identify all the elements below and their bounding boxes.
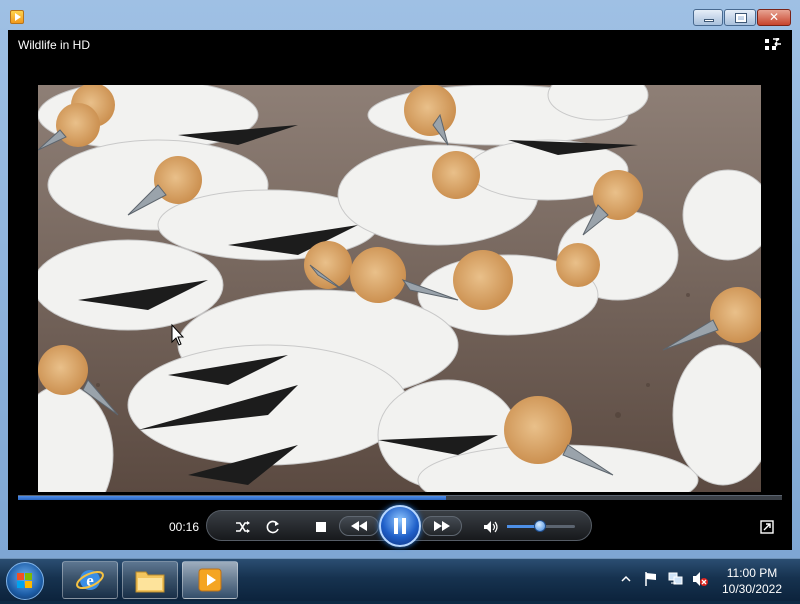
maximize-button[interactable] [724, 9, 756, 26]
volume-slider-thumb[interactable] [533, 520, 546, 532]
play-pause-button[interactable] [379, 505, 421, 547]
fullscreen-toggle-icon[interactable] [760, 520, 774, 534]
minimize-button[interactable] [693, 9, 723, 26]
video-frame[interactable] [38, 85, 761, 492]
switch-to-library-icon[interactable] [764, 38, 782, 54]
media-player-icon [198, 568, 222, 592]
previous-button[interactable] [339, 516, 379, 536]
system-clock[interactable]: 11:00 PM 10/30/2022 [712, 565, 792, 597]
taskbar-internet-explorer[interactable]: e [62, 561, 118, 599]
media-title: Wildlife in HD [18, 38, 91, 52]
network-icon[interactable] [668, 571, 684, 587]
playback-controls [206, 505, 592, 547]
volume-muted-icon[interactable] [692, 571, 708, 587]
repeat-icon [266, 520, 279, 533]
internet-explorer-icon: e [76, 570, 104, 590]
player-client-area: Wildlife in HD 00:16 [8, 30, 792, 550]
media-player-app-icon[interactable] [10, 10, 24, 24]
taskbar-windows-media-player[interactable] [182, 561, 238, 599]
elapsed-time: 00:16 [169, 520, 200, 534]
speaker-icon [484, 520, 498, 533]
video-gannets-image [38, 85, 761, 492]
stop-button[interactable] [311, 511, 331, 542]
mute-button[interactable] [481, 511, 501, 542]
next-icon [434, 521, 450, 531]
start-button[interactable] [6, 562, 44, 600]
action-center-flag-icon[interactable] [643, 571, 659, 587]
media-player-window: ✕ Wildlife in HD 00:16 [0, 0, 800, 558]
repeat-button[interactable] [263, 511, 283, 542]
show-hidden-icons-icon[interactable] [621, 571, 631, 587]
stop-icon [316, 521, 326, 532]
shuffle-button[interactable] [233, 511, 253, 542]
taskbar: e 11:00 PM 10/30/2022 [0, 558, 800, 601]
pause-icon [394, 518, 406, 534]
folder-icon [135, 571, 165, 593]
previous-icon [351, 521, 367, 531]
taskbar-windows-explorer[interactable] [122, 561, 178, 599]
close-button[interactable]: ✕ [757, 9, 791, 26]
close-icon: ✕ [768, 10, 780, 24]
next-button[interactable] [422, 516, 462, 536]
windows-logo-icon [17, 573, 32, 588]
seek-bar-progress [18, 496, 446, 500]
shuffle-icon [236, 520, 250, 533]
clock-time: 11:00 PM [726, 566, 778, 580]
seek-bar[interactable] [18, 495, 782, 500]
clock-date: 10/30/2022 [721, 582, 783, 596]
